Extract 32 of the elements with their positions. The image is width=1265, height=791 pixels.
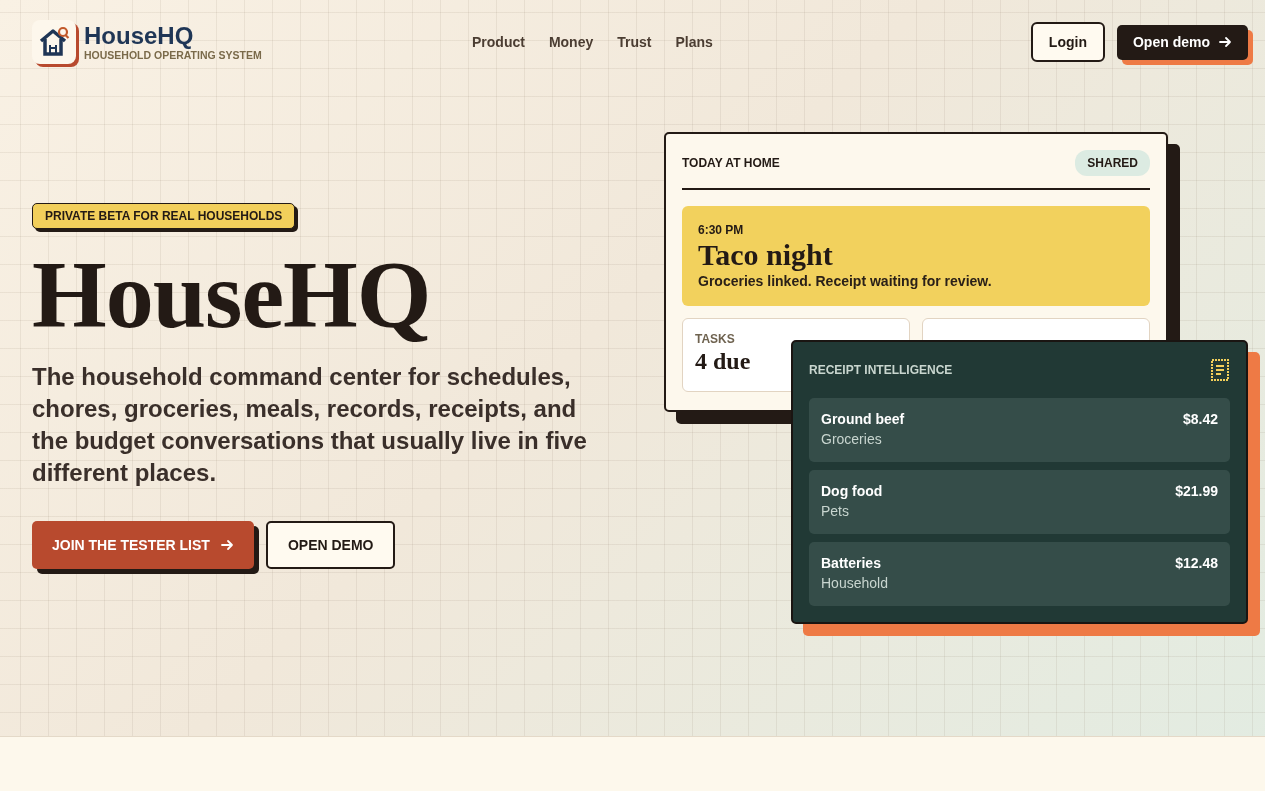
logo-icon[interactable]	[32, 20, 76, 64]
item-name: Batteries	[821, 554, 882, 572]
hero-description: The household command center for schedules, chores, groceries, meals, records, receipts, and the budget conversations that usually live in five different places.	[32, 362, 588, 488]
item-category: Pets	[821, 502, 850, 521]
arrow-icon	[1218, 35, 1232, 49]
card-title: TODAY AT HOME	[682, 156, 780, 170]
receipt-icon	[1210, 358, 1230, 382]
arrow-icon	[219, 538, 234, 552]
item-amount: $8.42	[1182, 410, 1218, 429]
item-name: Ground beef	[821, 410, 905, 428]
event-time: 6:30 PM	[698, 223, 745, 237]
brand-tagline: HOUSEHOLD OPERATING SYSTEM	[84, 49, 262, 61]
item-category: Household	[821, 574, 888, 593]
beta-badge: PRIVATE BETA FOR REAL HOUSEHOLDS	[32, 203, 296, 229]
event-note: Groceries linked. Receipt waiting for review.	[698, 273, 993, 289]
item-category: Groceries	[821, 430, 883, 449]
item-name: Dog food	[821, 482, 883, 500]
card-title: RECEIPT INTELLIGENCE	[809, 363, 953, 377]
stat-label: TASKS	[695, 332, 736, 346]
brand-name: HouseHQ	[84, 23, 195, 49]
login-button[interactable]: Login	[1030, 22, 1105, 62]
nav-link[interactable]: Trust	[617, 34, 652, 50]
nav-link[interactable]: Plans	[675, 34, 713, 50]
open-demo-button[interactable]: OPEN DEMO	[265, 521, 396, 569]
nav-link[interactable]: Money	[548, 34, 594, 50]
hero-title: HouseHQ	[32, 247, 432, 343]
event-title: Taco night	[698, 237, 834, 273]
stat-value: 4 due	[695, 347, 751, 376]
nav-link[interactable]: Product	[472, 34, 525, 50]
item-amount: $21.99	[1175, 482, 1218, 501]
shared-badge: SHARED	[1075, 150, 1150, 176]
item-amount: $12.48	[1175, 554, 1218, 573]
